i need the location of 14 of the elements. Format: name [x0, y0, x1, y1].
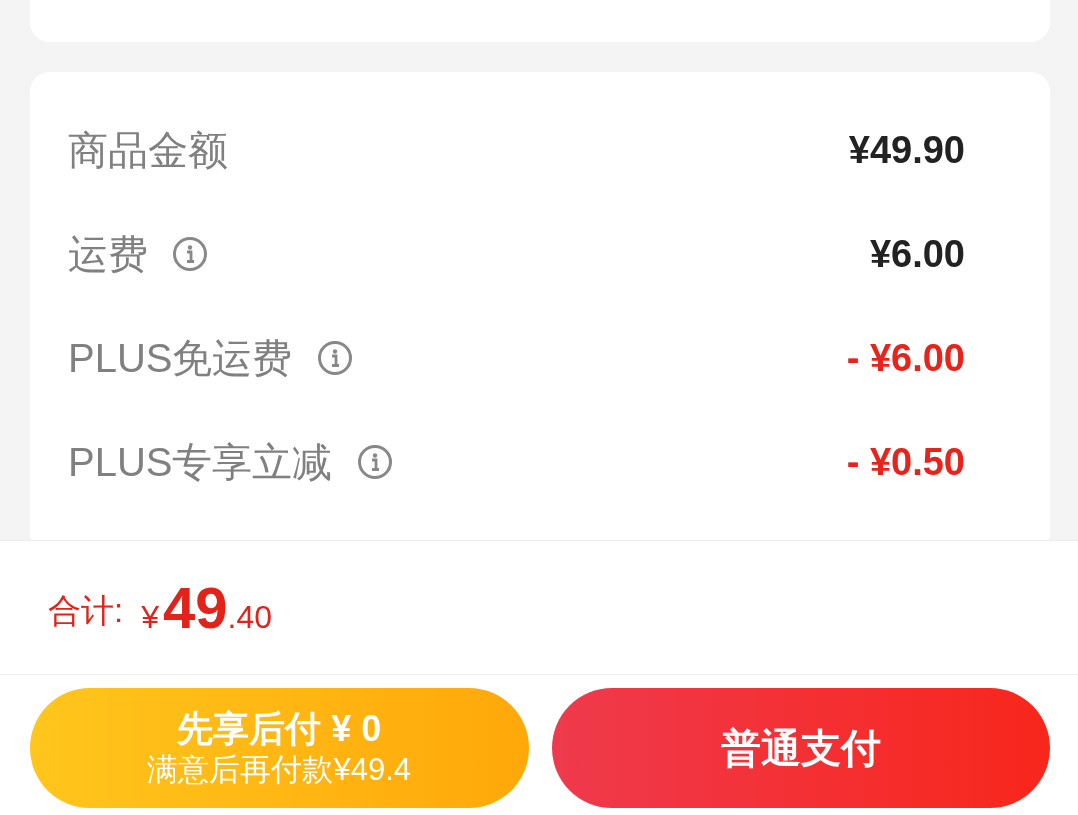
- price-label: PLUS专享立减: [68, 438, 333, 486]
- price-value: ¥49.90: [848, 128, 965, 172]
- price-value: - ¥6.00: [846, 336, 965, 380]
- pay-button[interactable]: 普通支付: [551, 688, 1050, 808]
- price-label: 运费: [68, 230, 148, 278]
- total-price: ¥49.40: [141, 574, 272, 641]
- price-value: ¥6.00: [869, 232, 965, 276]
- price-label: PLUS免运费: [68, 334, 293, 382]
- price-label: 商品金额: [68, 126, 228, 174]
- info-icon[interactable]: [317, 341, 352, 375]
- info-icon[interactable]: [173, 237, 207, 271]
- info-icon[interactable]: [357, 445, 392, 479]
- price-value: - ¥0.50: [846, 440, 965, 484]
- total-label: 合计:: [48, 591, 124, 631]
